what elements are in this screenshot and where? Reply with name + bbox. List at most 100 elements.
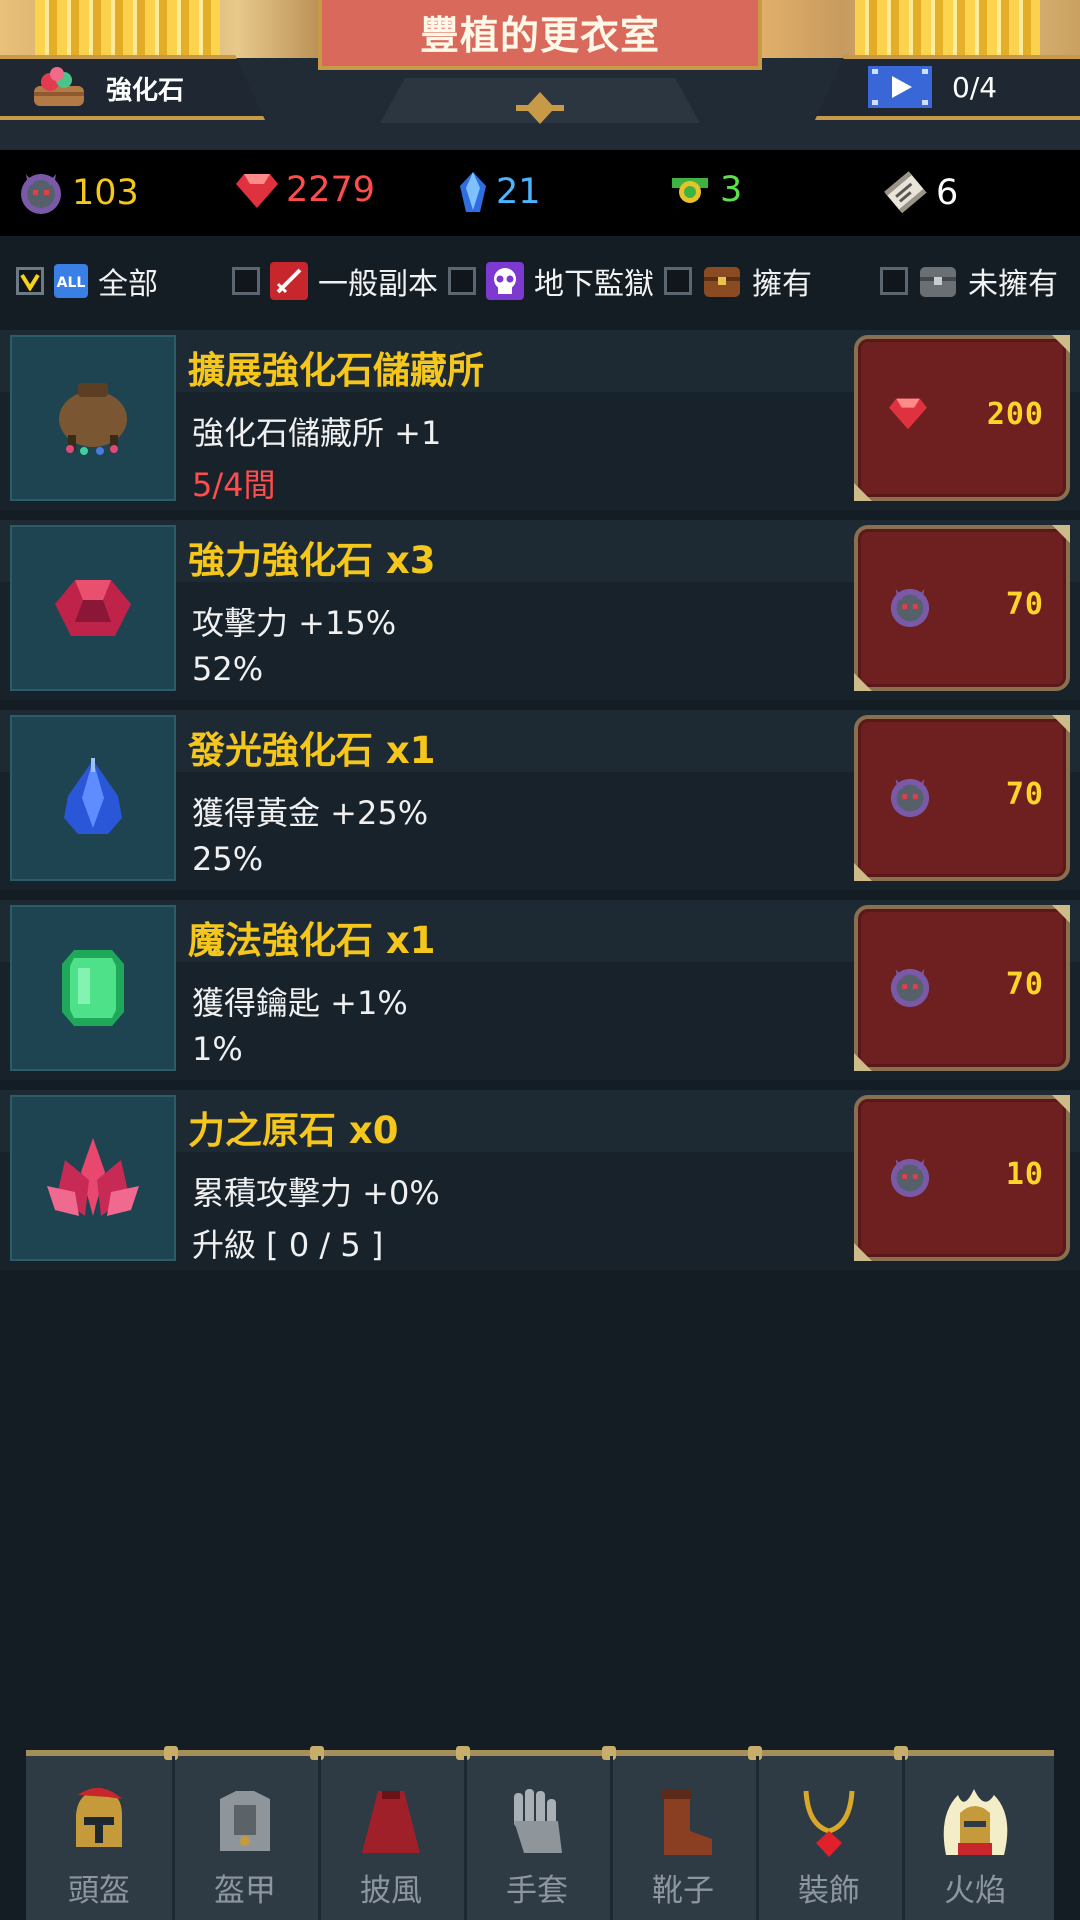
filter-all[interactable]: ALL 全部 [16, 246, 158, 316]
item-title: 發光強化石 x1 [188, 729, 436, 772]
green-medal-icon [672, 178, 708, 203]
title-banner: 豐植的更衣室 [318, 0, 762, 70]
enhance-stone-button[interactable]: 強化石 [30, 60, 184, 116]
item-description: 獲得鑰匙 +1% [192, 984, 408, 1022]
currency-blue-crystal: 21 [458, 170, 541, 214]
price-label: 70 [1005, 777, 1044, 812]
item-thumbnail [10, 715, 176, 881]
video-count: 0/4 [952, 70, 998, 104]
stone-basket-icon [34, 67, 84, 106]
item-title: 強力強化石 x3 [188, 539, 436, 582]
demon-coin-icon [890, 968, 930, 1008]
video-ad-button[interactable]: 0/4 [868, 62, 997, 112]
blue-gem-icon [64, 758, 122, 834]
currency-value: 103 [72, 173, 139, 213]
tab-helmet[interactable]: 頭盔 [26, 1756, 175, 1920]
storage-bag-icon [59, 383, 127, 455]
list-item: 力之原石 x0 累積攻擊力 +0% 升級 [ 0 / 5 ] 10 [0, 1090, 1080, 1270]
tab-gloves[interactable]: 手套 [464, 1756, 613, 1920]
filter-owned[interactable]: 擁有 [664, 246, 812, 316]
item-stat: 52% [192, 650, 264, 688]
svg-text:ALL: ALL [57, 275, 86, 291]
list-item: 強力強化石 x3 攻擊力 +15% 52% 70 [0, 520, 1080, 700]
currency-scroll: 6 [884, 170, 958, 216]
tab-accessory[interactable]: 裝飾 [756, 1756, 905, 1920]
tab-label: 火焰 [944, 1873, 1006, 1909]
tab-boots[interactable]: 靴子 [610, 1756, 759, 1920]
item-thumbnail [10, 525, 176, 691]
buy-button[interactable]: 200 [854, 335, 1070, 501]
checkbox-unchecked[interactable] [232, 267, 260, 295]
buy-button[interactable]: 70 [854, 905, 1070, 1071]
ruby-icon [889, 398, 927, 430]
item-thumbnail [10, 905, 176, 1071]
checkbox-unchecked[interactable] [448, 267, 476, 295]
tab-label: 頭盔 [68, 1873, 130, 1909]
filter-underground-prison[interactable]: 地下監獄 [448, 246, 654, 316]
page-title: 豐植的更衣室 [419, 14, 660, 59]
buy-button[interactable]: 10 [854, 1095, 1070, 1261]
demon-coin-icon [21, 174, 61, 214]
currency-value: 21 [496, 172, 541, 212]
enhance-stone-label: 強化石 [106, 75, 185, 106]
red-gem-icon [55, 580, 131, 636]
item-stat: 升級 [ 0 / 5 ] [192, 1226, 384, 1264]
flame-knight-icon [943, 1789, 1008, 1855]
item-stat: 1% [192, 1030, 243, 1068]
collapse-arrow-icon[interactable] [512, 90, 568, 126]
green-gem-icon [62, 950, 124, 1026]
currency-value: 2279 [286, 170, 376, 210]
filter-not-owned[interactable]: 未擁有 [880, 246, 1058, 316]
helmet-icon [76, 1787, 122, 1847]
blue-crystal-icon [460, 172, 486, 212]
currency-demon-coin: 103 [18, 170, 139, 216]
video-film-icon [868, 66, 932, 108]
armor-icon [220, 1791, 270, 1851]
tab-label: 手套 [506, 1873, 568, 1909]
sword-icon [270, 262, 308, 300]
demon-coin-icon [890, 588, 930, 628]
price-label: 200 [986, 397, 1044, 432]
item-thumbnail [10, 1095, 176, 1261]
buy-button[interactable]: 70 [854, 525, 1070, 691]
currency-value: 3 [720, 170, 743, 210]
checkbox-checked[interactable] [16, 267, 44, 295]
item-thumbnail [10, 335, 176, 501]
filter-label: 地下監獄 [534, 267, 654, 302]
filter-label: 擁有 [752, 267, 812, 302]
item-description: 強化石儲藏所 +1 [192, 414, 442, 452]
filter-normal-dungeon[interactable]: 一般副本 [232, 246, 438, 316]
header: 豐植的更衣室 強化石 0/4 [0, 0, 1080, 150]
item-title: 魔法強化石 x1 [188, 919, 436, 962]
tab-label: 靴子 [652, 1873, 714, 1909]
cape-icon [362, 1791, 420, 1853]
checkbox-unchecked[interactable] [880, 267, 908, 295]
item-stat: 25% [192, 840, 264, 878]
all-badge-icon: ALL [54, 264, 88, 298]
checkmark-icon [20, 273, 40, 291]
tab-label: 盔甲 [214, 1873, 276, 1909]
tab-armor[interactable]: 盔甲 [172, 1756, 321, 1920]
price-label: 10 [1005, 1157, 1044, 1192]
filter-label: 全部 [98, 267, 158, 302]
buy-button[interactable]: 70 [854, 715, 1070, 881]
checkbox-unchecked[interactable] [664, 267, 692, 295]
filter-label: 未擁有 [968, 267, 1058, 302]
necklace-icon [803, 1790, 855, 1857]
demon-coin-icon [890, 778, 930, 818]
filter-row: ALL 全部 一般副本 地下監獄 擁有 未擁有 [0, 246, 1080, 316]
currency-green-medal: 3 [668, 170, 742, 210]
filter-label: 一般副本 [318, 267, 438, 302]
list-item: 擴展強化石儲藏所 強化石儲藏所 +1 5/4間 200 [0, 330, 1080, 510]
item-description: 獲得黃金 +25% [192, 794, 429, 832]
tab-flame[interactable]: 火焰 [902, 1756, 1048, 1920]
ruby-icon [236, 174, 278, 208]
currency-bar: 103 2279 21 3 6 [0, 150, 1080, 236]
tab-label: 披風 [360, 1873, 422, 1909]
skull-icon [486, 262, 524, 300]
pink-crystal-icon [47, 1138, 139, 1216]
boot-icon [662, 1789, 712, 1855]
item-title: 擴展強化石儲藏所 [188, 349, 484, 392]
currency-value: 6 [936, 173, 959, 213]
tab-cape[interactable]: 披風 [318, 1756, 467, 1920]
